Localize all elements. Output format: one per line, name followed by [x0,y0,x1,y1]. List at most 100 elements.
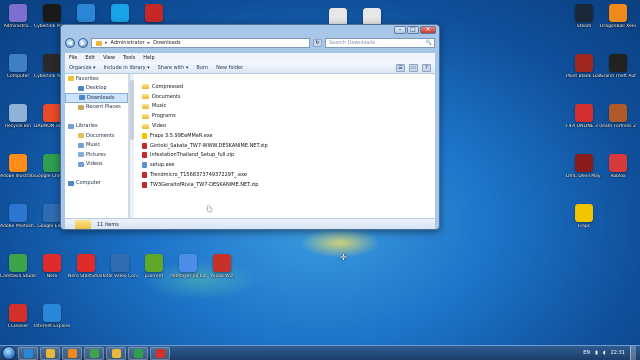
desktop-icon-administra[interactable]: Administra... [0,4,36,29]
file-item-fraps-3-5-99eemmer-exe[interactable]: Fraps 3.5.99EeMMeR.exe [142,131,435,141]
taskbar-button-camtasia[interactable] [84,346,104,360]
taskbar-button-recorder[interactable] [150,346,170,360]
file-item-infestationthailand-setup-full-zip[interactable]: InfestationThailand_Setup_full.zip [142,151,435,161]
menu-file[interactable]: File [69,55,77,61]
file-item-music[interactable]: Music [142,102,435,112]
desktop-icon-adobe-illustrato[interactable]: Adobe Illustrato... [0,154,36,179]
taskbar-button-media-player[interactable] [62,346,82,360]
taskbar-button-explorer[interactable] [40,346,60,360]
file-item-setup-exe[interactable]: setup.exe [142,160,435,170]
desktop-icon-fraps[interactable]: Fraps [566,204,602,229]
file-name: Video [152,123,167,130]
network-icon[interactable]: ▮ [595,350,598,356]
nav-item-videos[interactable]: Videos [65,160,128,170]
chrome-icon [133,348,143,358]
help-icon[interactable]: ? [422,63,431,72]
back-button[interactable]: ◀ [65,38,75,48]
address-segment-downloads[interactable]: Downloads [153,40,180,46]
taskbar-button-folder[interactable] [106,346,126,360]
desktop-icon-adobe-photosh[interactable]: Adobe Photosh... [0,204,36,229]
file-item-gintoki-sakata-tw7-www-deskanime-net-zip[interactable]: Gintoki_Sakata_TW7-WWW.DESKANIME.NET.zip [142,141,435,151]
file-item-compressed[interactable]: Compressed [142,82,435,92]
language-indicator[interactable]: EN [583,350,590,356]
taskbar-button-ie[interactable] [18,346,38,360]
file-name: setup.exe [150,162,175,169]
new-folder-button[interactable]: New folder [216,65,243,71]
address-bar[interactable]: ▸ Administrator ▸ Downloads [91,38,310,48]
nav-item-libraries[interactable]: Libraries [65,122,128,132]
taskbar-button-chrome[interactable] [128,346,148,360]
file-item-trendmicro-t156837374937229t-exe[interactable]: Trendmicro_T156837374937229T_.exe [142,170,435,180]
desktop-icon-ie[interactable] [68,4,104,22]
nav-item-computer[interactable]: Computer [65,179,128,189]
desktop-icon-internet-explorer[interactable]: Internet Explorer [34,304,70,329]
file-item-tw3geraltofrivia-tw7-deskanime-net-zip[interactable]: TW3GeraltofRivia_TW7-DESKANIME.NET.zip [142,180,435,190]
file-item-documents[interactable]: Documents [142,92,435,102]
desktop-icon-grand-theft-auto-iv[interactable]: Grand Theft Auto IV [600,54,636,79]
file-item-video[interactable]: Video [142,121,435,131]
burn-button[interactable]: Burn [196,65,208,71]
volume-icon[interactable]: ◖ [603,350,606,356]
desktop-icon-total-video-converter[interactable]: Total Video Converter [102,254,138,279]
show-desktop-button[interactable] [630,346,636,360]
desktop-icon-recycle-bin[interactable]: Recycle Bin [0,104,36,129]
nav-item-desktop[interactable]: Desktop [65,84,128,94]
desktop-icon-nero[interactable]: Nero [34,254,70,279]
executable-icon [142,132,147,139]
clock[interactable]: 22:31 [611,350,625,356]
desktop-icon-torrent[interactable]: µTorrent [136,254,172,279]
explorer-window[interactable]: – □ ✕ ◀ ▶ ▸ Administrator ▸ Downloads ↻ … [60,24,440,230]
close-button[interactable]: ✕ [420,26,436,34]
address-segment-administrator[interactable]: Administrator [111,40,145,46]
nav-item-recent-places[interactable]: Recent Places [65,103,128,113]
desktop-icon-camtasia-studio-8[interactable]: Camtasia Studio 8 [0,254,36,279]
file-item-programs[interactable]: Programs [142,111,435,121]
executable-icon [142,172,147,179]
desktop-icon-fifa-online-3-thailand[interactable]: FIFA ONLINE 3 (Thailand) [566,104,602,129]
maximize-button[interactable]: □ [407,26,419,34]
desktop-icon-nero-startsmart[interactable]: Nero StartSmart [68,254,104,279]
desktop-icon-steam[interactable]: Steam [566,4,602,29]
nav-item-favorites[interactable]: Favorites [65,74,128,84]
nav-item-label: Computer [76,180,101,187]
share-with-button[interactable]: Share with ▾ [158,65,189,71]
preview-pane-icon[interactable]: ▭ [409,63,418,72]
desktop-icon-dragonball-xenoverse[interactable]: Dragonball Xenoverse [600,4,636,29]
minimize-button[interactable]: – [394,26,406,34]
nav-item-music[interactable]: Music [65,141,128,151]
photoshop-icon [9,204,27,222]
include-in-library-button[interactable]: Include in library ▾ [104,65,150,71]
search-input[interactable]: Search Downloads 🔍 [325,38,435,48]
organize-button[interactable]: Organize ▾ [69,65,96,71]
forward-button[interactable]: ▶ [78,38,88,48]
view-controls: ☰ ▭ ? [396,63,435,72]
desktop-icon-shield[interactable] [136,4,172,22]
desktop-icon-ccleaner[interactable]: CCleaner [0,304,36,329]
computer-icon [68,180,74,186]
desktop-icon-label: Camtasia Studio 8 [0,274,36,279]
desktop-icon-team-fortress-2[interactable]: Team Fortress 2 [600,104,636,129]
refresh-icon[interactable]: ↻ [313,39,322,47]
desktop-icon-roblox[interactable]: Roblox [600,154,636,179]
recycle-bin-icon [9,104,27,122]
desktop-icon-computer[interactable]: Computer [0,54,36,79]
start-button[interactable] [2,346,16,360]
change-view-icon[interactable]: ☰ [396,63,405,72]
desktop-icon-dmc-devil-may-cry[interactable]: DmC Devil May Cry [566,154,602,179]
menu-tools[interactable]: Tools [123,55,135,61]
desktop-icon-potplayer-64-bit[interactable]: PotPlayer 64 bit [170,254,206,279]
archive-icon [142,152,147,159]
mouse-pointer-icon [208,205,212,211]
nav-item-pictures[interactable]: Pictures [65,150,128,160]
desktop-icon-audio-wiz[interactable]: Audio Wiz [204,254,240,279]
nav-item-downloads[interactable]: Downloads [65,93,128,103]
desktop-icon-point-blank-garena[interactable]: Point Blank Garena [566,54,602,79]
menu-help[interactable]: Help [143,55,154,61]
nav-item-documents[interactable]: Documents [65,131,128,141]
menu-edit[interactable]: Edit [85,55,95,61]
menu-view[interactable]: View [103,55,115,61]
file-name: TW3GeraltofRivia_TW7-DESKANIME.NET.zip [150,181,259,188]
converter-icon [111,254,129,272]
desktop-icon-skype[interactable] [102,4,138,22]
